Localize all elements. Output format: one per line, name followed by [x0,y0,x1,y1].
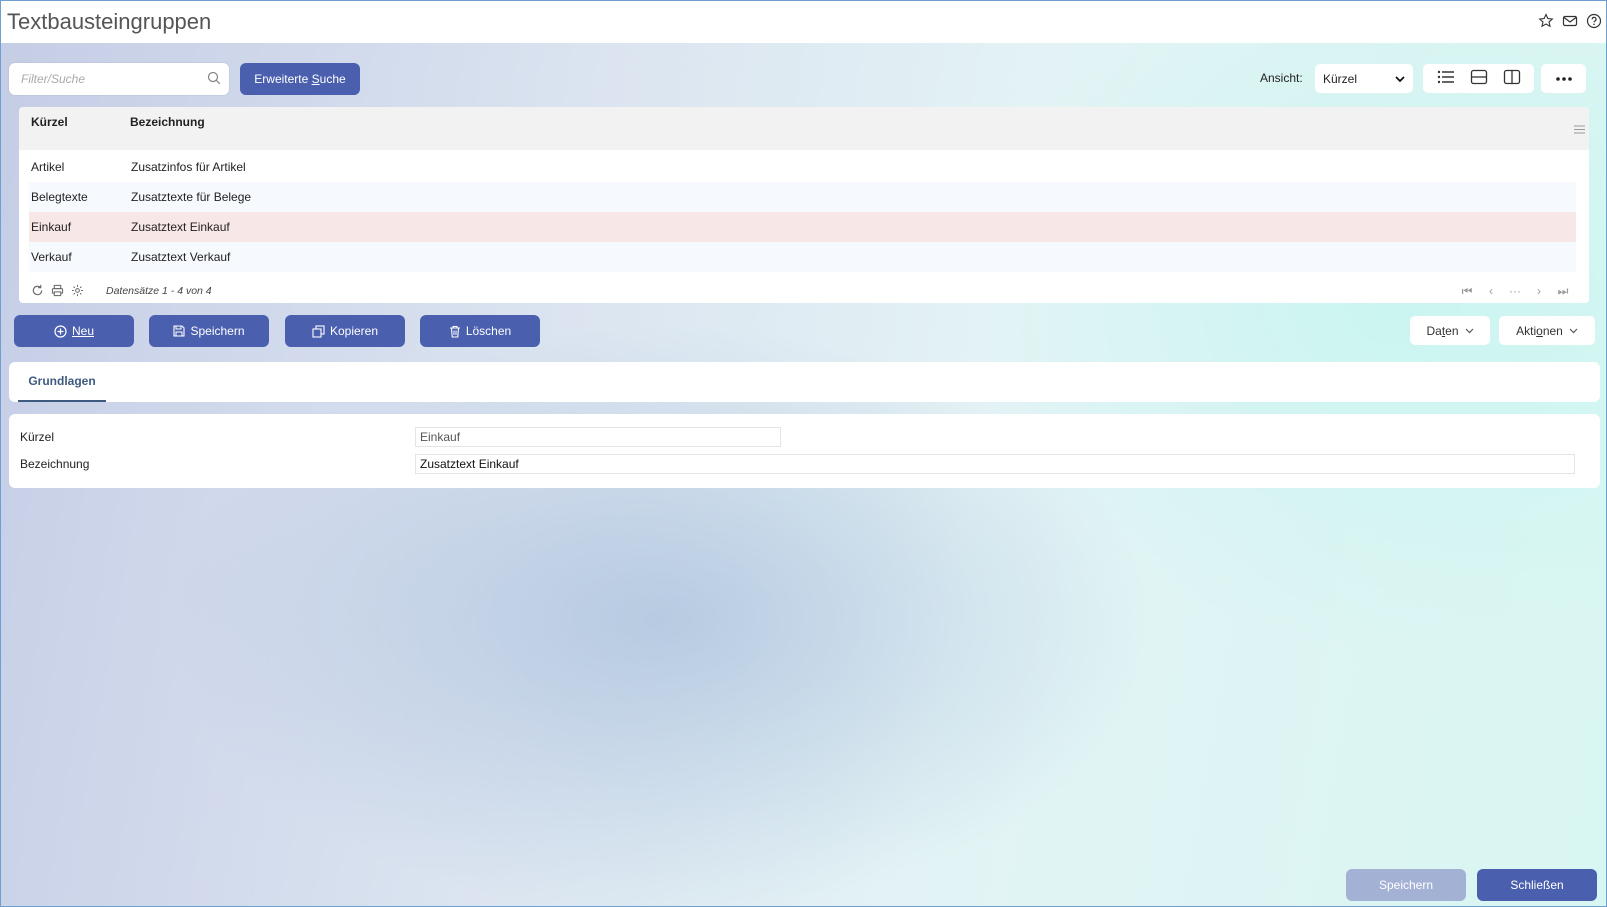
copy-button-label: Kopieren [329,324,379,338]
new-button[interactable]: Neu [14,315,134,347]
column-header-kurzel[interactable]: Kürzel [31,115,68,129]
search-icon[interactable] [207,71,221,88]
column-menu-icon[interactable] [1574,123,1585,137]
page-title: Textbausteingruppen [7,9,212,34]
view-mode-group [1423,64,1534,93]
data-menu-button[interactable]: Daten [1410,316,1490,345]
pager: ⏮ ‹ ··· › ⏭ [1461,284,1569,299]
table-row[interactable]: Artikel Zusatzinfos für Artikel [29,152,1576,182]
grid-footer: Datensätze 1 - 4 von 4 ⏮ ‹ ··· › ⏭ [19,282,1589,302]
delete-button-label: Löschen [465,324,512,338]
copy-button[interactable]: Kopieren [285,315,405,347]
cell-kurzel: Artikel [31,160,65,174]
chevron-down-icon [1395,75,1405,82]
table-row-selected[interactable]: Einkauf Zusatztext Einkauf [29,212,1576,242]
data-menu-label: Daten [1426,323,1459,338]
delete-button[interactable]: Löschen [420,315,540,347]
trash-icon [449,325,460,338]
actions-menu-label: Aktionen [1516,323,1563,338]
actions-menu-button[interactable]: Aktionen [1499,316,1595,345]
view-label: Ansicht: [1260,71,1303,85]
plus-circle-icon [54,324,67,338]
page-dots: ··· [1509,284,1521,298]
detail-form: Kürzel Bezeichnung [9,414,1600,488]
tab-grundlagen[interactable]: Grundlagen [18,362,106,402]
bezeichnung-field[interactable] [415,454,1575,474]
horizontal-split-icon[interactable] [1470,69,1488,88]
view-select-value: Kürzel [1323,71,1358,86]
list-view-icon[interactable] [1437,69,1455,88]
cell-bezeichnung: Zusatztext Verkauf [131,250,231,264]
save-button-label: Speichern [190,324,245,338]
settings-gear-icon[interactable] [71,284,84,297]
grid-footer-tools [31,284,84,297]
help-icon[interactable] [1586,13,1602,29]
column-header-bezeichnung[interactable]: Bezeichnung [130,115,205,129]
mail-icon[interactable] [1562,13,1578,29]
star-icon[interactable] [1538,13,1554,29]
prev-page-icon[interactable]: ‹ [1485,284,1497,299]
tab-bar: Grundlagen [9,362,1600,402]
cell-kurzel: Verkauf [31,250,72,264]
table-row[interactable]: Verkauf Zusatztext Verkauf [29,242,1576,272]
table-row[interactable]: Belegtexte Zusatztexte für Belege [29,182,1576,212]
title-bar: Textbausteingruppen [1,1,1606,43]
last-page-icon[interactable]: ⏭ [1557,284,1569,299]
vertical-split-icon[interactable] [1503,69,1521,88]
first-page-icon[interactable]: ⏮ [1461,284,1473,299]
save-button[interactable]: Speichern [149,315,269,347]
more-icon [1555,76,1572,81]
advanced-search-button[interactable]: Erweiterte Suche [240,63,360,95]
new-button-label: Neu [71,324,94,338]
search-box[interactable] [9,63,229,95]
refresh-icon[interactable] [31,284,44,297]
kurzel-field[interactable] [415,427,781,447]
footer-save-button[interactable]: Speichern [1346,869,1466,901]
data-grid: Kürzel Bezeichnung Artikel Zusatzinfos f… [19,107,1589,303]
bezeichnung-label: Bezeichnung [20,457,90,471]
title-icons [1538,13,1602,29]
cell-bezeichnung: Zusatzinfos für Artikel [131,160,246,174]
floppy-icon [173,325,186,337]
advanced-search-label: Erweiterte Suche [254,72,346,86]
chevron-down-icon [1465,328,1473,333]
view-select[interactable]: Kürzel [1315,64,1413,93]
search-input[interactable] [21,72,207,86]
copy-icon [312,324,325,338]
chevron-down-icon [1569,328,1578,333]
print-icon[interactable] [51,284,64,297]
cell-bezeichnung: Zusatztext Einkauf [131,220,230,234]
records-info: Datensätze 1 - 4 von 4 [106,285,212,297]
next-page-icon[interactable]: › [1533,284,1545,299]
cell-kurzel: Einkauf [31,220,72,234]
grid-header: Kürzel Bezeichnung [19,107,1589,150]
close-button[interactable]: Schließen [1477,869,1597,901]
more-options-button[interactable] [1541,64,1586,93]
cell-kurzel: Belegtexte [31,190,88,204]
kurzel-label: Kürzel [20,430,55,444]
cell-bezeichnung: Zusatztexte für Belege [131,190,252,204]
